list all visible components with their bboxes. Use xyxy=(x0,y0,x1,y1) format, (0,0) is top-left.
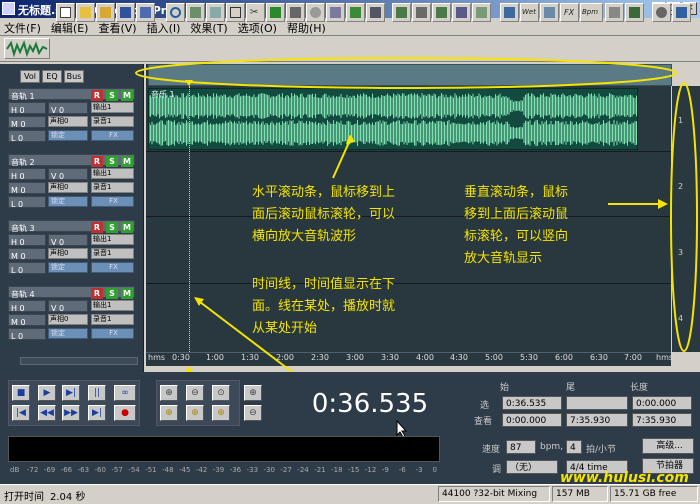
play-button[interactable]: ▶ xyxy=(38,385,56,401)
col-length-header: 长度 xyxy=(630,383,649,393)
level-scale-label: -6 xyxy=(398,466,406,474)
level-scale-label: -12 xyxy=(364,466,377,474)
level-scale-label: -63 xyxy=(77,466,90,474)
loop-icon: ∞ xyxy=(121,388,129,398)
play-end-icon: ▶| xyxy=(66,388,76,398)
go-start-icon: |◀ xyxy=(16,408,26,418)
go-end-icon: ▶| xyxy=(92,408,102,418)
row-view-label: 查看 xyxy=(474,417,493,427)
key-select[interactable]: （无） xyxy=(506,460,558,474)
level-scale-label: -60 xyxy=(94,466,106,474)
key-label: 调 xyxy=(492,465,502,475)
zoom-right-button[interactable]: ⊕ xyxy=(186,405,204,421)
beats-per-bar-field[interactable]: 4 xyxy=(566,440,582,454)
level-scale-label: -57 xyxy=(111,466,123,474)
level-scale-label: -30 xyxy=(263,466,275,474)
rewind-icon: ◀◀ xyxy=(40,408,54,418)
selection-start-field[interactable]: 0:36.535 xyxy=(502,396,562,410)
vertical-zoom-out-button[interactable]: ⊖ xyxy=(244,405,262,421)
bpm-unit-label: bpm, xyxy=(540,442,564,452)
level-scale-label: -66 xyxy=(60,466,73,474)
bpm-field[interactable]: 87 xyxy=(506,440,536,454)
advanced-button[interactable]: 高级... xyxy=(642,438,694,454)
loop-button[interactable]: ∞ xyxy=(114,385,136,401)
level-scale-label: -69 xyxy=(43,466,56,474)
level-scale-label: -51 xyxy=(145,466,157,474)
level-scale-label: dB xyxy=(10,466,20,474)
level-scale-label: -39 xyxy=(212,466,225,474)
selection-end-field[interactable] xyxy=(566,396,628,410)
row-select-label: 选 xyxy=(480,401,490,411)
col-start-header: 始 xyxy=(500,383,510,393)
zoom-out-icon: ⊖ xyxy=(191,388,199,398)
level-scale-label: -42 xyxy=(195,466,208,474)
hscroll-annotation: 水平滚动条，鼠标移到上 面后滚动鼠标滚轮，可以 横向放大音轨波形 xyxy=(252,185,396,244)
zoom-selection-icon: ⊕ xyxy=(217,408,225,418)
vertical-zoom-in-button[interactable]: ⊕ xyxy=(244,385,262,401)
time-display: 0:36.535 xyxy=(311,389,429,419)
zoom-selection-button[interactable]: ⊕ xyxy=(212,405,230,421)
level-scale-label: -27 xyxy=(280,466,292,474)
col-end-header: 尾 xyxy=(566,383,576,393)
open-time-label: 打开时间 xyxy=(4,492,44,503)
level-scale-label: -45 xyxy=(179,466,191,474)
selection-length-field[interactable]: 0:00.000 xyxy=(632,396,692,410)
level-scale-label: -54 xyxy=(128,466,140,474)
stop-button[interactable]: ■ xyxy=(12,385,30,401)
vscroll-highlight-ellipse xyxy=(670,82,698,352)
vertical-zoom-out-icon: ⊖ xyxy=(249,408,257,418)
zoom-right-icon: ⊕ xyxy=(191,408,199,418)
disk-status: 15.71 GB free xyxy=(610,486,698,502)
zoom-left-button[interactable]: ⊕ xyxy=(160,405,178,421)
level-meter xyxy=(8,436,440,462)
key-value: （无） xyxy=(510,463,538,473)
hscroll-arrowhead xyxy=(346,134,355,144)
view-length-field[interactable]: 7:35.930 xyxy=(632,413,692,427)
view-end-field[interactable]: 7:35.930 xyxy=(566,413,628,427)
zoom-in-button[interactable]: ⊕ xyxy=(160,385,178,401)
go-to-start-button[interactable]: |◀ xyxy=(12,405,30,421)
pause-button[interactable]: || xyxy=(88,385,106,401)
rewind-button[interactable]: ◀◀ xyxy=(38,405,56,421)
fast-forward-icon: ▶▶ xyxy=(64,408,78,418)
open-time-value: 2.04 秒 xyxy=(50,492,86,503)
zoom-out-button[interactable]: ⊖ xyxy=(186,385,204,401)
level-scale-label: -72 xyxy=(26,466,39,474)
go-to-end-button[interactable]: ▶| xyxy=(88,405,106,421)
zoom-full-icon: ⊙ xyxy=(217,388,225,398)
zoom-in-icon: ⊕ xyxy=(165,388,173,398)
format-status: 44100 ?32-bit Mixing xyxy=(438,486,550,502)
level-scale-label: -36 xyxy=(229,466,242,474)
record-icon: ● xyxy=(121,408,129,418)
memory-status: 157 MB xyxy=(552,486,608,502)
level-scale-label: -24 xyxy=(297,466,309,474)
beats-unit-label: 拍/小节 xyxy=(586,445,617,455)
level-scale-label: -21 xyxy=(314,466,326,474)
record-button[interactable]: ● xyxy=(114,405,136,421)
level-scale-label: -9 xyxy=(381,466,389,474)
stop-icon: ■ xyxy=(16,388,26,398)
zoom-full-button[interactable]: ⊙ xyxy=(212,385,230,401)
tempo-label: 速度 xyxy=(482,445,501,455)
hscroll-arrow xyxy=(332,139,351,179)
vertical-zoom-in-icon: ⊕ xyxy=(249,388,257,398)
level-scale-label: -18 xyxy=(331,466,343,474)
play-to-end-button[interactable]: ▶| xyxy=(62,385,80,401)
vscroll-arrowhead xyxy=(658,199,668,209)
pause-icon: || xyxy=(93,388,101,398)
play-icon: ▶ xyxy=(43,388,51,398)
timeline-annotation: 时间线，时间值显示在下 面。线在某处，播放时就 从某处开始 xyxy=(252,277,396,336)
zoom-left-icon: ⊕ xyxy=(165,408,173,418)
level-scale-label: -33 xyxy=(246,466,259,474)
hscroll-highlight-ellipse xyxy=(135,57,677,89)
level-scale-label: -15 xyxy=(348,466,360,474)
view-start-field[interactable]: 0:00.000 xyxy=(502,413,562,427)
level-scale-label: 0 xyxy=(432,466,437,474)
vscroll-annotation: 垂直滚动条，鼠标 移到上面后滚动鼠 标滚轮，可以竖向 放大音轨显示 xyxy=(464,185,569,266)
level-scale-label: -3 xyxy=(415,466,423,474)
level-scale-label: -48 xyxy=(162,466,174,474)
fast-forward-button[interactable]: ▶▶ xyxy=(62,405,80,421)
